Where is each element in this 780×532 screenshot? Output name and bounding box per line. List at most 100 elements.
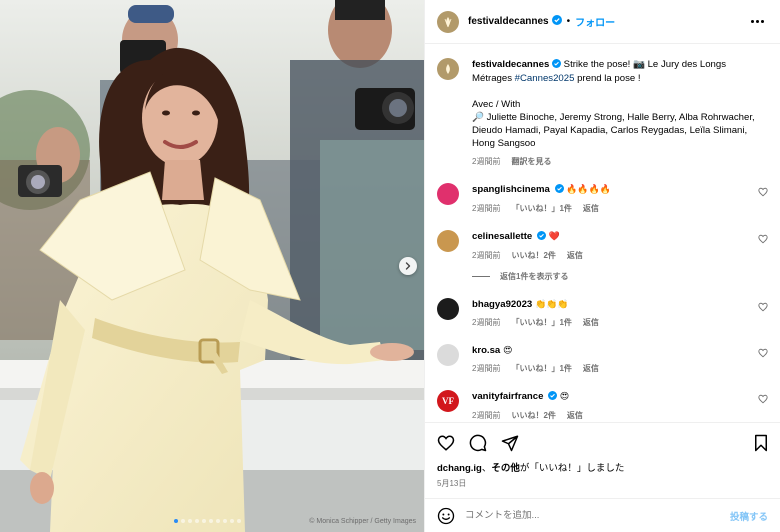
header-username[interactable]: festivaldecannes <box>468 16 549 27</box>
reply-button[interactable]: 返信 <box>583 203 599 214</box>
carousel-indicator <box>174 519 241 523</box>
avatar[interactable]: VF <box>437 390 459 412</box>
reply-button[interactable]: 返信 <box>583 363 599 374</box>
save-button[interactable] <box>750 432 772 454</box>
comment-username[interactable]: celinesallette <box>472 231 532 242</box>
caption-avec: Avec / With <box>472 99 521 110</box>
hashtag-link[interactable]: #Cannes2025 <box>515 73 575 84</box>
comment-likes[interactable]: 「いいね！」1件 <box>511 317 571 328</box>
like-button[interactable] <box>435 432 457 454</box>
reply-button[interactable]: 返信 <box>567 250 583 261</box>
heart-icon <box>758 234 768 247</box>
comment-icon <box>469 434 487 451</box>
verified-badge-icon <box>551 15 562 28</box>
avatar[interactable] <box>437 344 459 366</box>
comment-likes[interactable]: いいね！2件 <box>511 250 555 261</box>
heart-icon <box>758 187 768 200</box>
comment-input[interactable] <box>465 510 730 521</box>
instagram-post: © Monica Schipper / Getty Images festiva… <box>0 0 780 532</box>
heart-icon <box>758 302 768 315</box>
post-header: festivaldecannes • フォロー <box>425 0 780 44</box>
comment-time[interactable]: 2週間前 <box>472 203 500 214</box>
caption-text-2: prend la pose ! <box>574 73 641 84</box>
comment-row: VF vanityfairfrance 😍 2週間前 いいね！2件 返信 <box>437 390 768 421</box>
liker-username[interactable]: dchang.ig <box>437 463 482 474</box>
post-date[interactable]: 5月13日 <box>425 476 780 494</box>
carousel-next-button[interactable] <box>399 257 417 275</box>
share-button[interactable] <box>499 432 521 454</box>
avatar-text: VF <box>442 396 454 406</box>
caption-username[interactable]: festivaldecannes <box>472 59 549 70</box>
caption-text: festivaldecannes Strike the pose! 📷 Le J… <box>472 58 762 150</box>
comment-time[interactable]: 2週間前 <box>472 317 500 328</box>
verified-badge-icon <box>554 184 564 197</box>
carousel-dot <box>188 519 192 523</box>
comment-row: bhagya92023 👏👏👏 2週間前 「いいね！」1件 返信 <box>437 298 768 328</box>
post-comment-button[interactable]: 投稿する <box>730 509 768 523</box>
comment-text: 🔥🔥🔥🔥 <box>566 184 612 194</box>
comment-username[interactable]: bhagya92023 <box>472 299 532 310</box>
more-options-button[interactable] <box>747 16 768 27</box>
follow-button[interactable]: フォロー <box>575 14 615 29</box>
avatar[interactable] <box>437 58 459 80</box>
heart-icon <box>437 434 455 451</box>
avatar[interactable] <box>437 230 459 252</box>
share-icon <box>501 435 519 451</box>
comment-row: kro.sa 😍 2週間前 「いいね！」1件 返信 <box>437 344 768 374</box>
carousel-dot <box>181 519 185 523</box>
comment-time[interactable]: 2週間前 <box>472 250 500 261</box>
comment-likes[interactable]: 「いいね！」1件 <box>511 363 571 374</box>
comment-likes[interactable]: 「いいね！」1件 <box>511 203 571 214</box>
heart-icon <box>758 348 768 361</box>
post-caption: festivaldecannes Strike the pose! 📷 Le J… <box>437 58 768 167</box>
comment-time[interactable]: 2週間前 <box>472 363 500 374</box>
comment-likes[interactable]: いいね！2件 <box>511 410 555 421</box>
comment-text: ❤️ <box>548 231 560 241</box>
view-replies-button[interactable]: 返信1件を表示する <box>472 271 768 282</box>
reply-button[interactable]: 返信 <box>583 317 599 328</box>
comment-username[interactable]: spanglishcinema <box>472 184 550 195</box>
carousel-dot <box>230 519 234 523</box>
palm-logo-icon <box>444 16 452 27</box>
comment-username[interactable]: vanityfairfrance <box>472 391 543 402</box>
see-translation-button[interactable]: 翻訳を見る <box>511 156 551 167</box>
post-photo[interactable]: © Monica Schipper / Getty Images <box>0 0 424 532</box>
carousel-dot <box>202 519 206 523</box>
carousel-dot <box>216 519 220 523</box>
palm-logo-icon <box>446 64 450 74</box>
view-replies-label: 返信1件を表示する <box>500 272 569 281</box>
comment-time[interactable]: 2週間前 <box>472 410 500 421</box>
comment-username[interactable]: kro.sa <box>472 345 500 356</box>
comment-like-button[interactable] <box>758 234 768 247</box>
verified-badge-icon <box>536 231 546 244</box>
dot-icon <box>756 20 759 23</box>
avatar[interactable] <box>437 298 459 320</box>
divider <box>472 276 490 277</box>
likes-others-link[interactable]: その他 <box>491 463 520 474</box>
verified-badge-icon <box>552 59 561 72</box>
header-separator: • <box>566 16 571 27</box>
photo-image <box>0 0 424 532</box>
carousel-dot <box>223 519 227 523</box>
comment-like-button[interactable] <box>758 394 768 407</box>
likes-tail: が「いいね！」しました <box>519 463 625 474</box>
comments-list[interactable]: festivaldecannes Strike the pose! 📷 Le J… <box>425 44 780 422</box>
comment-like-button[interactable] <box>758 187 768 200</box>
dot-icon <box>751 20 754 23</box>
comment-like-button[interactable] <box>758 302 768 315</box>
chevron-right-icon <box>405 262 411 270</box>
photo-credit: © Monica Schipper / Getty Images <box>309 518 416 525</box>
carousel-dot <box>237 519 241 523</box>
comment-like-button[interactable] <box>758 348 768 361</box>
avatar[interactable] <box>437 10 459 33</box>
caption-time[interactable]: 2週間前 <box>472 156 500 167</box>
comment-button[interactable] <box>467 432 489 454</box>
carousel-dot <box>209 519 213 523</box>
comment-text: 😍 <box>502 345 513 355</box>
emoji-icon[interactable] <box>437 507 455 525</box>
caption-jury: 🔎 Juliette Binoche, Jeremy Strong, Halle… <box>472 112 755 149</box>
bookmark-icon <box>755 434 767 451</box>
avatar[interactable] <box>437 183 459 205</box>
dot-icon <box>761 20 764 23</box>
reply-button[interactable]: 返信 <box>567 410 583 421</box>
